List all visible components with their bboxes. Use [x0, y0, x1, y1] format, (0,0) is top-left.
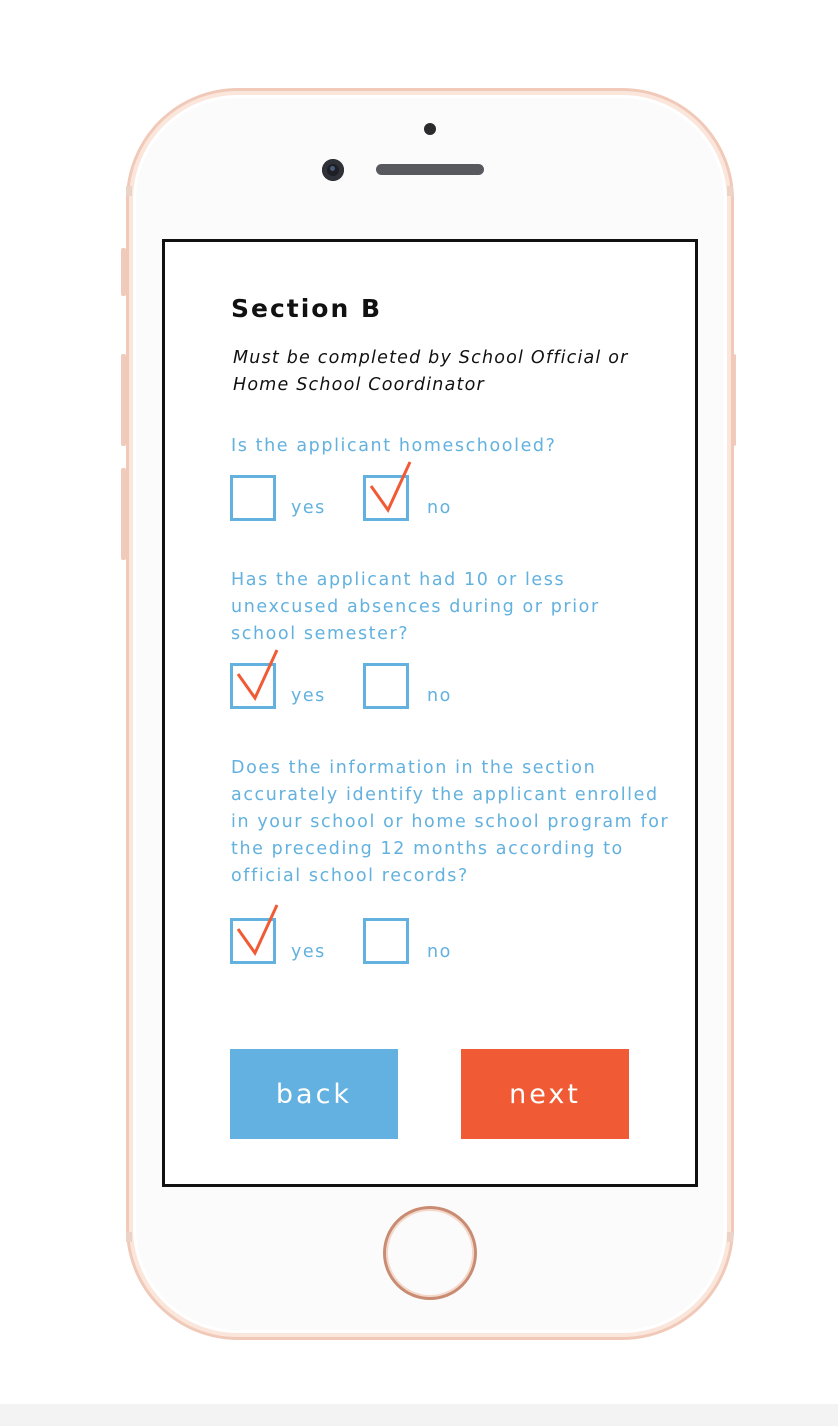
question-records: Does the information in the section accu…: [231, 758, 670, 886]
question-homeschooled: Is the applicant homeschooled?: [231, 436, 557, 456]
phone-screen: Section B Must be completed by School Of…: [162, 239, 698, 1187]
next-button[interactable]: next: [461, 1049, 629, 1139]
checkbox-homeschooled-yes[interactable]: [230, 475, 276, 521]
section-subtitle: Must be completed by School Official or …: [233, 348, 629, 395]
checkmark-icon: [236, 649, 279, 701]
option-label-no: no: [427, 686, 452, 706]
back-button[interactable]: back: [230, 1049, 398, 1139]
option-label-yes: yes: [291, 942, 326, 962]
checkbox-absences-no[interactable]: [363, 663, 409, 709]
antenna-band: [126, 186, 132, 196]
antenna-band: [727, 1232, 733, 1242]
option-label-no: no: [427, 498, 452, 518]
antenna-band: [727, 186, 733, 196]
option-label-yes: yes: [291, 498, 326, 518]
question-absences: Has the applicant had 10 or less unexcus…: [231, 570, 600, 644]
proximity-sensor: [424, 123, 436, 135]
earpiece-speaker: [376, 164, 484, 175]
option-label-no: no: [427, 942, 452, 962]
checkmark-icon: [236, 904, 279, 956]
camera-icon: [322, 159, 344, 181]
home-button-icon[interactable]: [383, 1206, 477, 1300]
section-title: Section B: [231, 294, 383, 323]
checkbox-records-no[interactable]: [363, 918, 409, 964]
checkmark-icon: [369, 461, 412, 513]
page-bottom-strip: [0, 1404, 838, 1426]
antenna-band: [126, 1232, 132, 1242]
option-label-yes: yes: [291, 686, 326, 706]
